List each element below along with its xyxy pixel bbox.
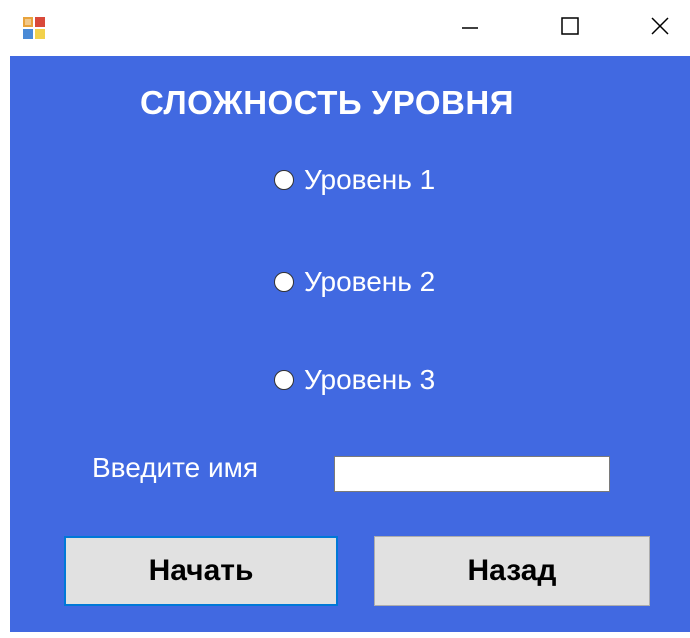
form-client-area: СЛОЖНОСТЬ УРОВНЯ Уровень 1 Уровень 2 Уро… <box>10 56 690 632</box>
name-label: Введите имя <box>92 452 259 483</box>
maximize-icon <box>560 16 580 41</box>
page-title: СЛОЖНОСТЬ УРОВНЯ <box>140 84 514 121</box>
maximize-button[interactable] <box>540 0 600 56</box>
close-icon <box>650 16 670 41</box>
name-input[interactable] <box>334 456 610 492</box>
title-bar <box>0 0 690 56</box>
minimize-button[interactable] <box>440 0 500 56</box>
start-button[interactable]: Начать <box>64 536 338 606</box>
minimize-icon <box>460 16 480 41</box>
radio-circle-icon[interactable] <box>274 272 294 292</box>
level-1-label[interactable]: Уровень 1 <box>304 164 435 196</box>
level-2-label[interactable]: Уровень 2 <box>304 266 435 298</box>
level-3-label[interactable]: Уровень 3 <box>304 364 435 396</box>
app-icon <box>22 16 46 40</box>
close-button[interactable] <box>630 0 690 56</box>
back-button[interactable]: Назад <box>374 536 650 606</box>
radio-circle-icon[interactable] <box>274 170 294 190</box>
level-2-radio[interactable]: Уровень 2 <box>274 266 435 298</box>
level-3-radio[interactable]: Уровень 3 <box>274 364 435 396</box>
radio-circle-icon[interactable] <box>274 370 294 390</box>
app-window: СЛОЖНОСТЬ УРОВНЯ Уровень 1 Уровень 2 Уро… <box>0 0 690 638</box>
level-1-radio[interactable]: Уровень 1 <box>274 164 435 196</box>
